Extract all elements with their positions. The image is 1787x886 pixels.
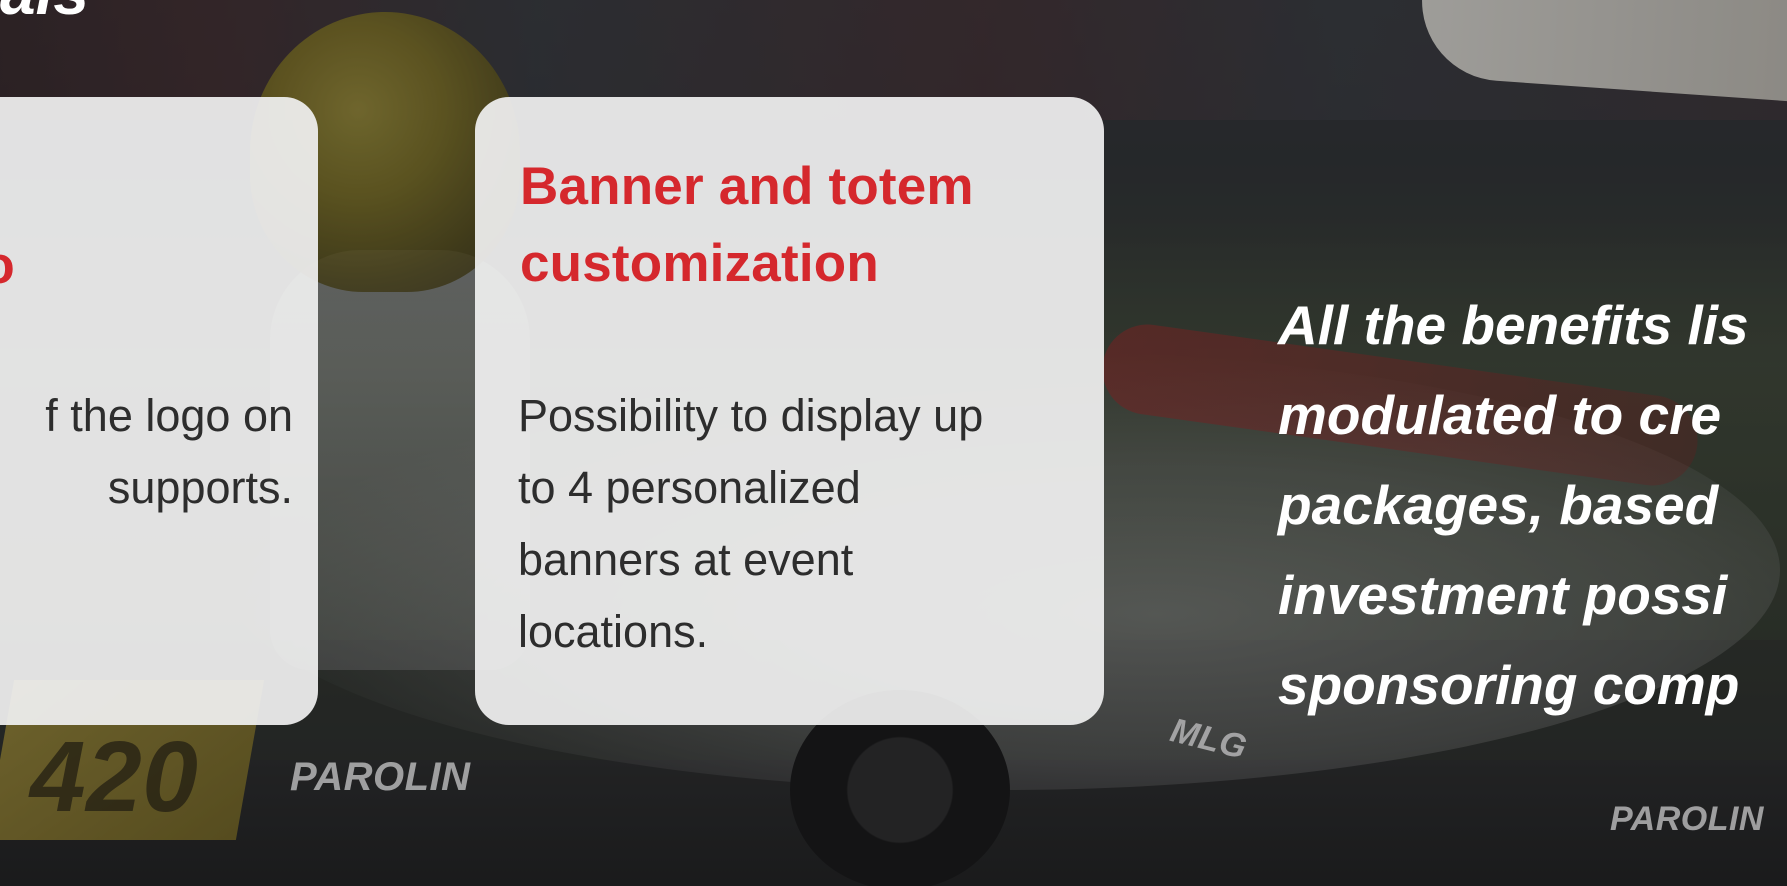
card-title: Banner and totem customization xyxy=(520,157,974,293)
card-text: f the logo on supports. xyxy=(45,390,293,513)
benefits-line: All the benefits lis xyxy=(1278,294,1749,356)
benefits-line: investment possi xyxy=(1278,564,1728,626)
benefits-statement: All the benefits lis modulated to cre pa… xyxy=(1278,280,1787,730)
benefit-card-logo: o f the logo on supports. xyxy=(0,97,318,725)
benefits-line: packages, based xyxy=(1278,474,1719,536)
benefits-line: sponsoring comp xyxy=(1278,654,1740,716)
card-title: o xyxy=(0,227,15,304)
benefit-card-banner-totem: Banner and totem customization Possibili… xyxy=(475,97,1104,725)
benefits-line: modulated to cre xyxy=(1278,384,1722,446)
card-text: Possibility to display up to 4 personali… xyxy=(518,390,984,657)
section-heading: als xyxy=(0,0,89,24)
